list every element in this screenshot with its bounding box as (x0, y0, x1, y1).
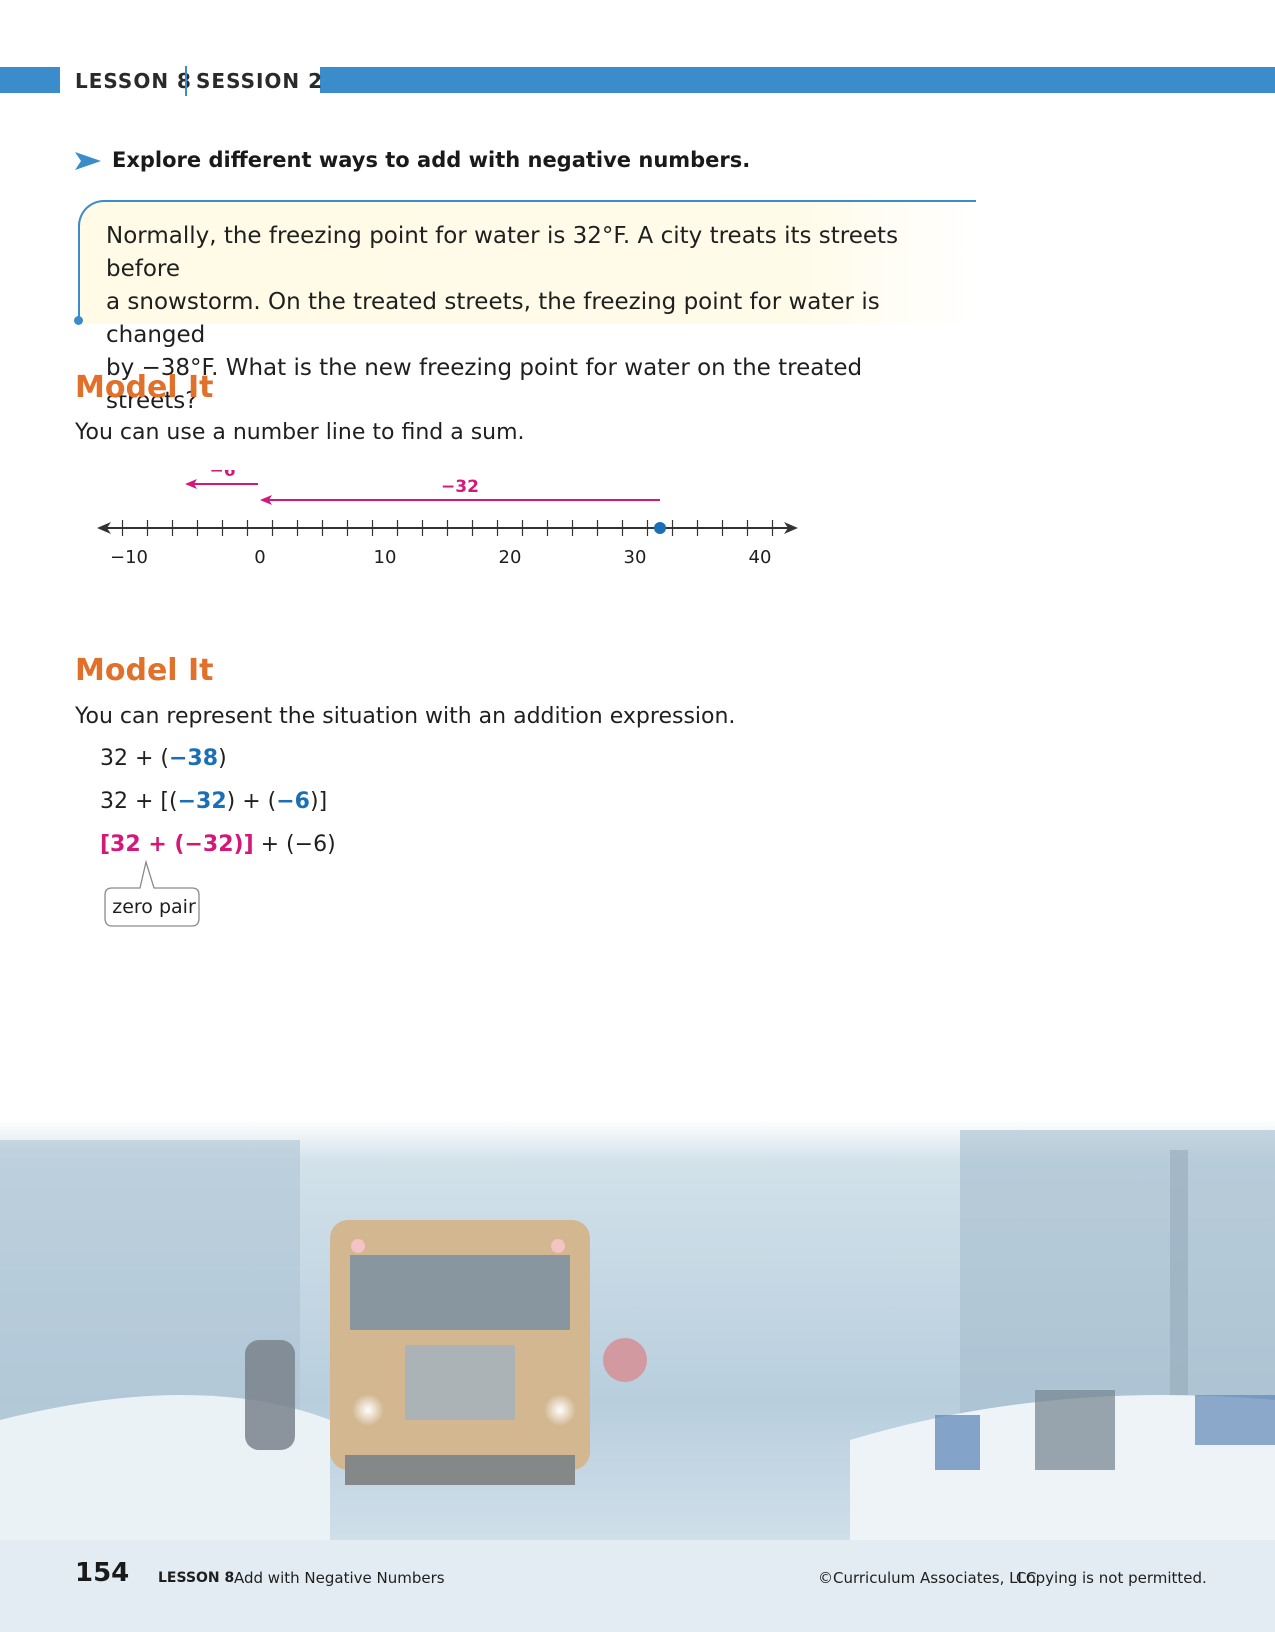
expr2-part-d: −6 (276, 789, 310, 814)
expression-3: [32 + (−32)] + (−6) (100, 832, 336, 857)
expr1-part-c: ) (218, 746, 227, 771)
snowy-school-bus-photo (0, 1120, 1275, 1632)
lesson-label: LESSON 8 (75, 69, 192, 93)
problem-line-2: a snowstorm. On the treated streets, the… (106, 289, 880, 348)
expr1-part-a: 32 + ( (100, 746, 169, 771)
model-it-title-2: Model It (75, 653, 214, 688)
footer-copyright: ©Curriculum Associates, LLC (818, 1569, 1037, 1587)
arrow-right-icon (75, 152, 101, 170)
expr3-zero-pair: [32 + (−32)] (100, 832, 254, 857)
model-it-description-2: You can represent the situation with an … (75, 704, 736, 729)
session-label: SESSION 2 (196, 69, 324, 93)
number-line-label: 40 (749, 547, 772, 568)
expr3-remainder: + (−6) (253, 832, 336, 857)
expr2-part-b: −32 (177, 789, 227, 814)
page-number: 154 (75, 1558, 130, 1588)
start-point (654, 522, 666, 534)
footer-lesson-title: Add with Negative Numbers (234, 1569, 445, 1587)
model-it-description-1: You can use a number line to find a sum. (75, 420, 525, 445)
number-line-label: 20 (499, 547, 522, 568)
jump-label: −32 (441, 477, 479, 497)
explore-prompt: Explore different ways to add with negat… (112, 148, 751, 172)
problem-line-3: by −38°F. What is the new freezing point… (106, 355, 863, 414)
number-line-label: 10 (374, 547, 397, 568)
header-band-right (320, 67, 1275, 93)
zero-pair-callout-shape (104, 860, 200, 927)
number-line: −10 0 10 20 30 40 −32 −6 (97, 470, 798, 568)
header-divider (185, 66, 187, 96)
zero-pair-callout: zero pair (112, 896, 196, 918)
expr2-part-a: 32 + [( (100, 789, 178, 814)
problem-text: Normally, the freezing point for water i… (106, 220, 906, 418)
footer-notice: Copying is not permitted. (1016, 1569, 1207, 1587)
model-it-title-1: Model It (75, 370, 214, 405)
expression-2: 32 + [(−32) + (−6)] (100, 789, 327, 814)
expr2-part-c: ) + ( (226, 789, 277, 814)
number-line-label: 0 (254, 547, 265, 568)
number-line-label: −10 (110, 547, 148, 568)
expr1-part-b: −38 (169, 746, 219, 771)
number-line-label: 30 (624, 547, 647, 568)
problem-box-dot (74, 316, 83, 325)
footer-lesson: LESSON 8 (158, 1570, 235, 1586)
expr2-part-e: )] (310, 789, 328, 814)
problem-line-1: Normally, the freezing point for water i… (106, 223, 899, 282)
header-band-left (0, 67, 60, 93)
expression-1: 32 + (−38) (100, 746, 227, 771)
jump-label: −6 (209, 470, 235, 481)
